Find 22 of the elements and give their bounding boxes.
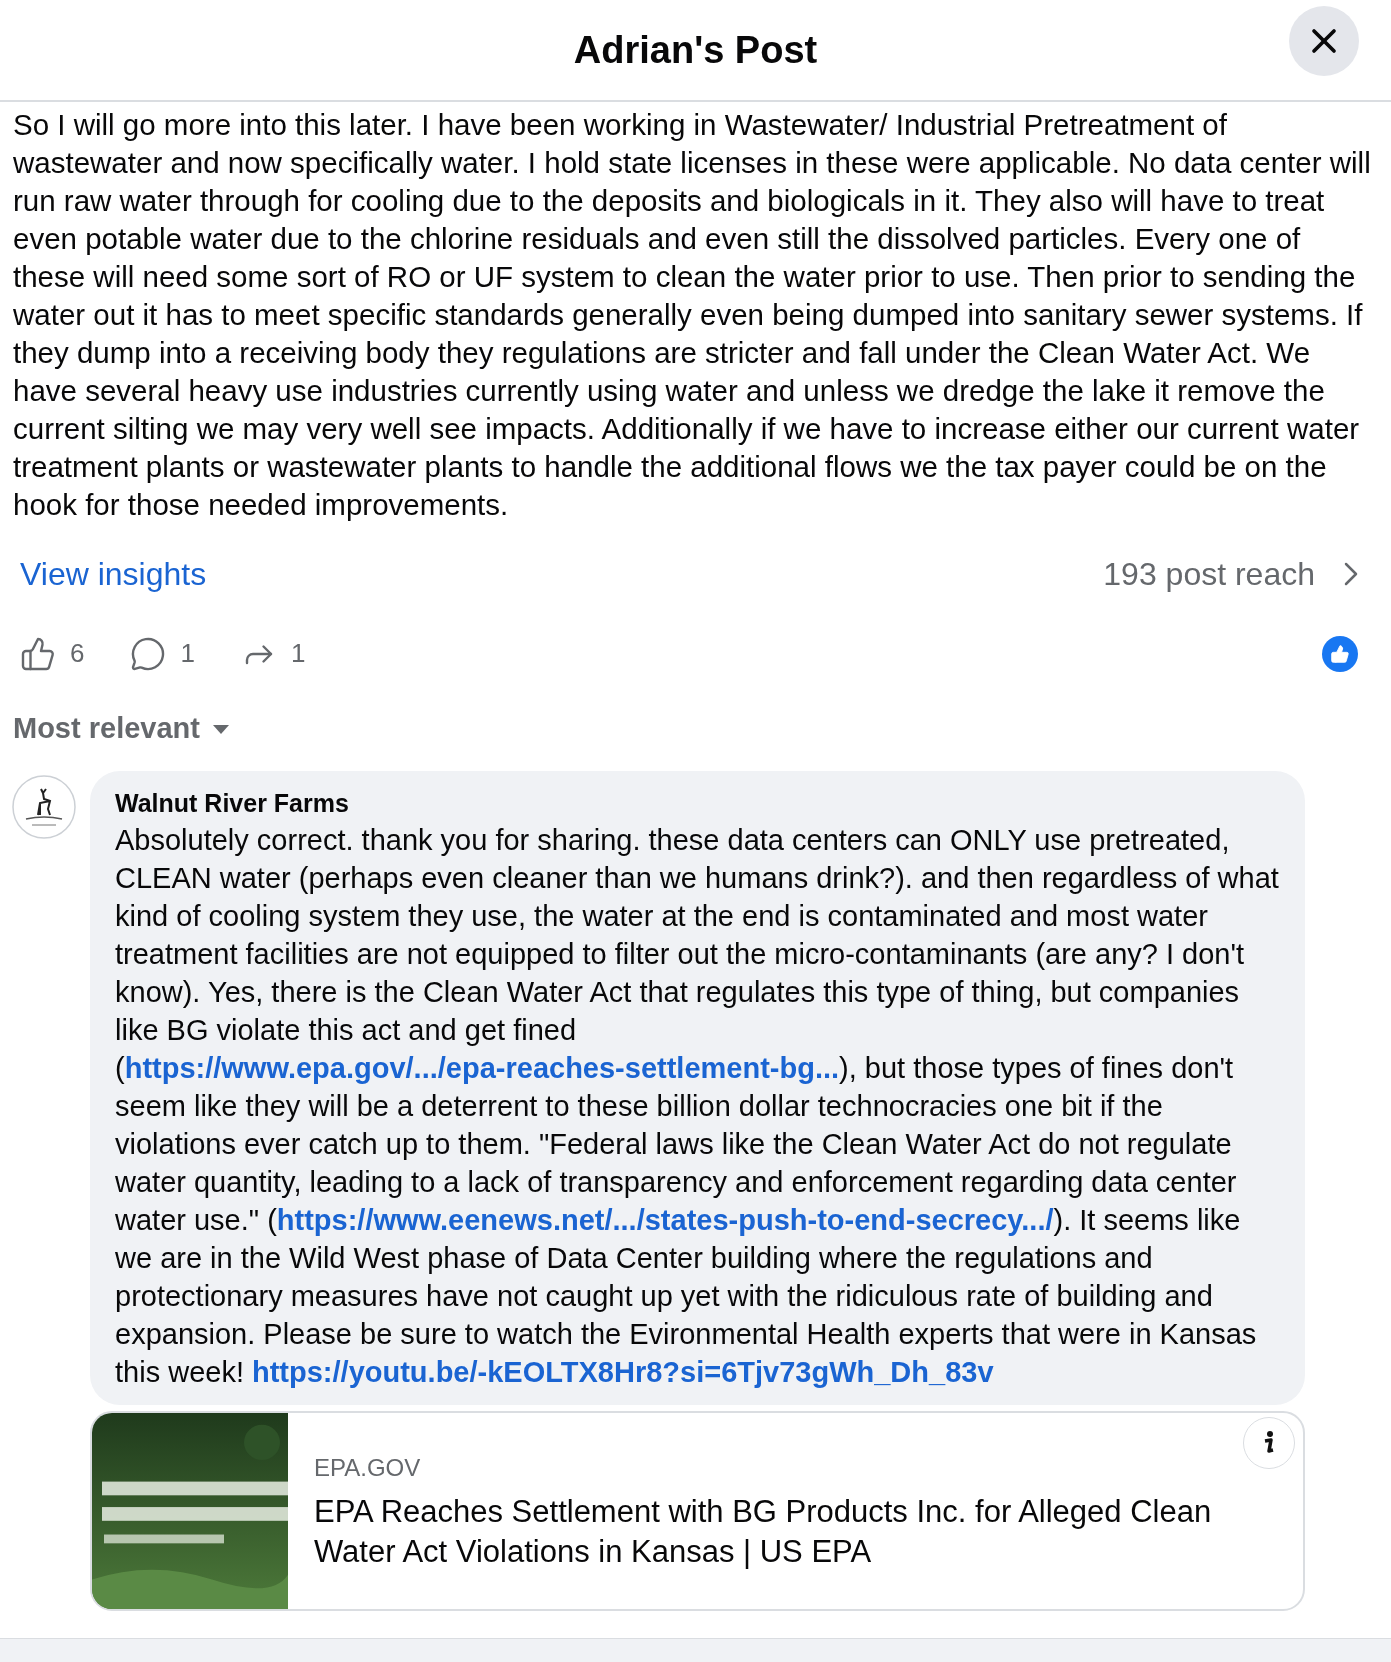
comment-link[interactable]: https://www.epa.gov/.../epa-reaches-settlement-bg... xyxy=(124,1051,840,1084)
sort-dropdown[interactable]: Most relevant xyxy=(13,707,230,751)
post-text: So I will go more into this later. I have been working in Wastewater/ Industrial Pretreatment of wastewater and now specifically water. I hold state licenses in these were applicable. No data center will run raw water through for cooling due to the deposits and biologicals in it. They also will have to treat even potable water due to the chlorine residuals and even still the dissolved particles. Every one of these will need some sort of RO or UF system to clean the water prior to use. Then prior to sending the water out it has to meet specific standards generally even being dumped into sanitary sewer systems. If they dump into a receiving body they regulations are stricter and fall under the Clean Water Act. We have several heavy use industries currently using water and unless we dredge the lake it remove the current silting we may very well see impacts. Additionally if we have to increase either our current water treatment plants or wastewater plants to handle the additional flows we the tax payer could be on the hook for those needed improvements. xyxy=(12,107,1372,523)
post-reach: 193 post reach xyxy=(1103,555,1315,594)
info-button[interactable] xyxy=(1243,1416,1295,1469)
comment-link[interactable]: https://www.eenews.net/.../states-push-to-end-secrecy.../ xyxy=(276,1203,1054,1236)
comment-author[interactable]: Walnut River Farms xyxy=(115,784,1280,821)
share-button[interactable]: 1 xyxy=(240,634,306,673)
preview-title: EPA Reaches Settlement with BG Products Inc. for Alleged Clean Water Act Violations in Kansas | US EPA xyxy=(314,1492,1213,1571)
comment-button[interactable]: 1 xyxy=(130,634,195,673)
comment-text: Absolutely correct. thank you for sharing. these data centers can ONLY use pretreated, CLEAN water (perhaps even cleaner than we humans drink?). and then regardless of what kind of cooling system they use, the water at the end is contaminated and most water treatment facilities are not equipped to filter out the micro-contaminants (are any? I don't know). Yes, there is the Clean Water Act that regulates this type of thing, but companies like BG violate this act and get fined (https://www.epa.gov/.../epa-reaches-settlement-bg...), but those types of fines don't seem like they will be a deterrent to these billion dollar technocracies one bit if the violations ever catch up to them. "Federal laws like the Clean Water Act do not regulate water quantity, leading to a lack of transparency and enforcement regarding data center water use." (https://www.eenews.net/.../states-push-to-end-secrecy.../). It seems like we are in the Wild West phase of Data Center building where the regulations and protectionary measures have not caught up yet with the ridiculous rate of building and expansion. Please be sure to watch the Evironmental Health experts that were in Kansas this week! https://youtu.be/-kEOLTX8Hr8?si=6Tjv73gWh_Dh_83v xyxy=(115,822,1280,1390)
preview-domain: EPA.GOV xyxy=(314,1452,422,1483)
window-title: Adrian's Post xyxy=(573,27,818,73)
link-preview-card[interactable]: EPA.GOV EPA Reaches Settlement with BG Products Inc. for Alleged Clean Water Act Violations in Kansas | US EPA xyxy=(90,1410,1305,1611)
thumbs-up-icon xyxy=(20,635,56,672)
avatar-icon xyxy=(12,774,76,839)
speech-bubble-icon xyxy=(130,635,167,672)
like-button[interactable]: 6 xyxy=(20,634,85,673)
info-icon xyxy=(1262,1429,1276,1456)
caret-icon xyxy=(211,722,230,735)
comment-link[interactable]: https://youtu.be/-kEOLTX8Hr8?si=6Tjv73gWh_Dh_83v xyxy=(252,1355,994,1388)
view-insights-link[interactable]: View insights xyxy=(20,550,207,598)
